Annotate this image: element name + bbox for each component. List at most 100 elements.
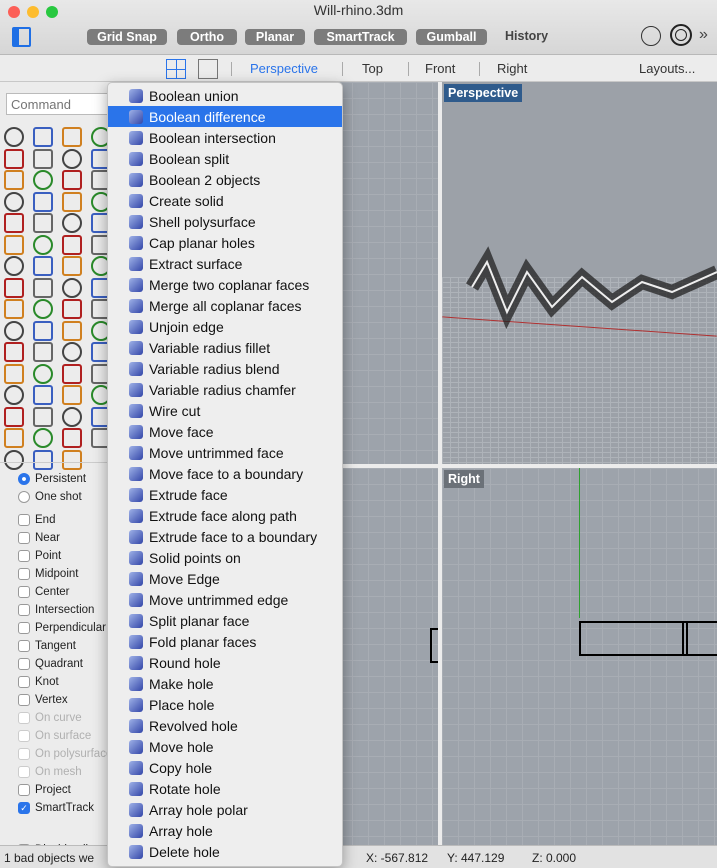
layouts-button[interactable]: Layouts... [639,61,695,76]
osnap-knot-checkbox[interactable]: Knot [18,676,59,688]
tool-button-icon[interactable] [33,170,53,190]
one-shot-radio[interactable]: One shot [18,491,82,503]
persistent-radio[interactable]: Persistent [18,473,86,485]
menu-item[interactable]: Boolean union [108,85,342,106]
menu-item[interactable]: Shell polysurface [108,211,342,232]
tool-button-icon[interactable] [62,191,82,212]
tool-button-icon[interactable] [62,170,82,190]
tool-button-icon[interactable] [4,277,24,298]
tool-button-icon[interactable] [33,127,53,147]
menu-item[interactable]: Extrude face along path [108,505,342,526]
ortho-button[interactable]: Ortho [177,29,237,45]
tool-button-icon[interactable] [33,256,53,276]
osnap-intersection-checkbox[interactable]: Intersection [18,604,94,616]
menu-item[interactable]: Move hole [108,736,342,757]
menu-item[interactable]: Delete hole [108,841,342,862]
tool-button-icon[interactable] [4,127,24,147]
tool-button-icon[interactable] [62,385,82,405]
tool-button-icon[interactable] [4,299,24,319]
tool-button-icon[interactable] [33,277,53,298]
tool-button-icon[interactable] [33,191,53,212]
menu-item[interactable]: Unjoin edge [108,316,342,337]
tool-button-icon[interactable] [62,148,82,169]
smarttrack-button[interactable]: SmartTrack [314,29,407,45]
menu-item[interactable]: Variable radius fillet [108,337,342,358]
right-viewport-label[interactable]: Right [444,470,484,488]
menu-item[interactable]: Fold planar faces [108,631,342,652]
menu-item[interactable]: Move face to a boundary [108,463,342,484]
osnap-on-polysurface-checkbox[interactable]: On polysurface [18,748,112,760]
menu-item[interactable]: Array hole polar [108,799,342,820]
tool-button-icon[interactable] [4,385,24,405]
tool-button-icon[interactable] [33,385,53,405]
osnap-end-checkbox[interactable]: End [18,514,55,526]
sidebar-toggle-icon[interactable] [12,27,31,47]
menu-item[interactable]: Extrude face [108,484,342,505]
menu-item[interactable]: Rotate hole [108,778,342,799]
osnap-midpoint-checkbox[interactable]: Midpoint [18,568,78,580]
tool-button-icon[interactable] [4,342,24,362]
menu-item[interactable]: Place hole [108,694,342,715]
menu-item[interactable]: Move untrimmed edge [108,589,342,610]
menu-item[interactable]: Make hole [108,673,342,694]
osnap-perpendicular-checkbox[interactable]: Perpendicular [18,622,106,634]
tool-button-icon[interactable] [33,299,53,319]
tool-button-icon[interactable] [33,234,53,255]
tool-button-icon[interactable] [33,428,53,448]
right-viewport[interactable]: Right [442,468,717,845]
tool-button-icon[interactable] [33,449,53,470]
menu-item[interactable]: Extrude face to a boundary [108,526,342,547]
planar-button[interactable]: Planar [245,29,305,45]
menu-item[interactable]: Move face [108,421,342,442]
tool-button-icon[interactable] [62,299,82,319]
menu-item[interactable]: Merge all coplanar faces [108,295,342,316]
menu-item[interactable]: Solid points on [108,547,342,568]
menu-item[interactable]: Merge two coplanar faces [108,274,342,295]
tool-button-icon[interactable] [4,320,24,341]
gumball-button[interactable]: Gumball [416,29,487,45]
tool-button-icon[interactable] [33,148,53,169]
osnap-near-checkbox[interactable]: Near [18,532,60,544]
tool-button-icon[interactable] [4,148,24,169]
osnap-on-mesh-checkbox[interactable]: On mesh [18,766,82,778]
tool-button-icon[interactable] [4,406,24,427]
menu-item[interactable]: Copy hole [108,757,342,778]
menu-item[interactable]: Split planar face [108,610,342,631]
tab-right[interactable]: Right [497,61,527,76]
single-viewport-icon[interactable] [198,59,218,79]
target-icon[interactable] [670,24,692,46]
tool-button-icon[interactable] [62,428,82,448]
tool-button-icon[interactable] [4,256,24,276]
menu-item[interactable]: Boolean 2 objects [108,169,342,190]
menu-item[interactable]: Create solid [108,190,342,211]
grid-snap-button[interactable]: Grid Snap [87,29,167,45]
four-viewports-icon[interactable] [166,59,186,79]
tool-button-icon[interactable] [62,449,82,470]
tool-button-icon[interactable] [62,406,82,427]
command-input[interactable] [6,93,110,115]
tool-button-icon[interactable] [33,363,53,384]
tool-button-icon[interactable] [62,234,82,255]
osnap-on-surface-checkbox[interactable]: On surface [18,730,91,742]
tool-button-icon[interactable] [33,213,53,233]
osnap-vertex-checkbox[interactable]: Vertex [18,694,68,706]
menu-item[interactable]: Boolean difference [108,106,342,127]
menu-item[interactable]: Variable radius blend [108,358,342,379]
status-message[interactable]: 1 bad objects we [4,851,94,865]
tab-front[interactable]: Front [425,61,455,76]
menu-item[interactable]: Variable radius chamfer [108,379,342,400]
tool-button-icon[interactable] [33,406,53,427]
tool-button-icon[interactable] [62,256,82,276]
tool-button-icon[interactable] [4,170,24,190]
record-icon[interactable] [641,26,661,46]
menu-item[interactable]: Array hole [108,820,342,841]
menu-item[interactable]: Revolved hole [108,715,342,736]
menu-item[interactable]: Round hole [108,652,342,673]
osnap-tangent-checkbox[interactable]: Tangent [18,640,76,652]
menu-item[interactable]: Boolean intersection [108,127,342,148]
menu-item[interactable]: Boolean split [108,148,342,169]
tool-button-icon[interactable] [4,363,24,384]
osnap-on-curve-checkbox[interactable]: On curve [18,712,82,724]
perspective-viewport-label[interactable]: Perspective [444,84,523,102]
tool-button-icon[interactable] [62,363,82,384]
